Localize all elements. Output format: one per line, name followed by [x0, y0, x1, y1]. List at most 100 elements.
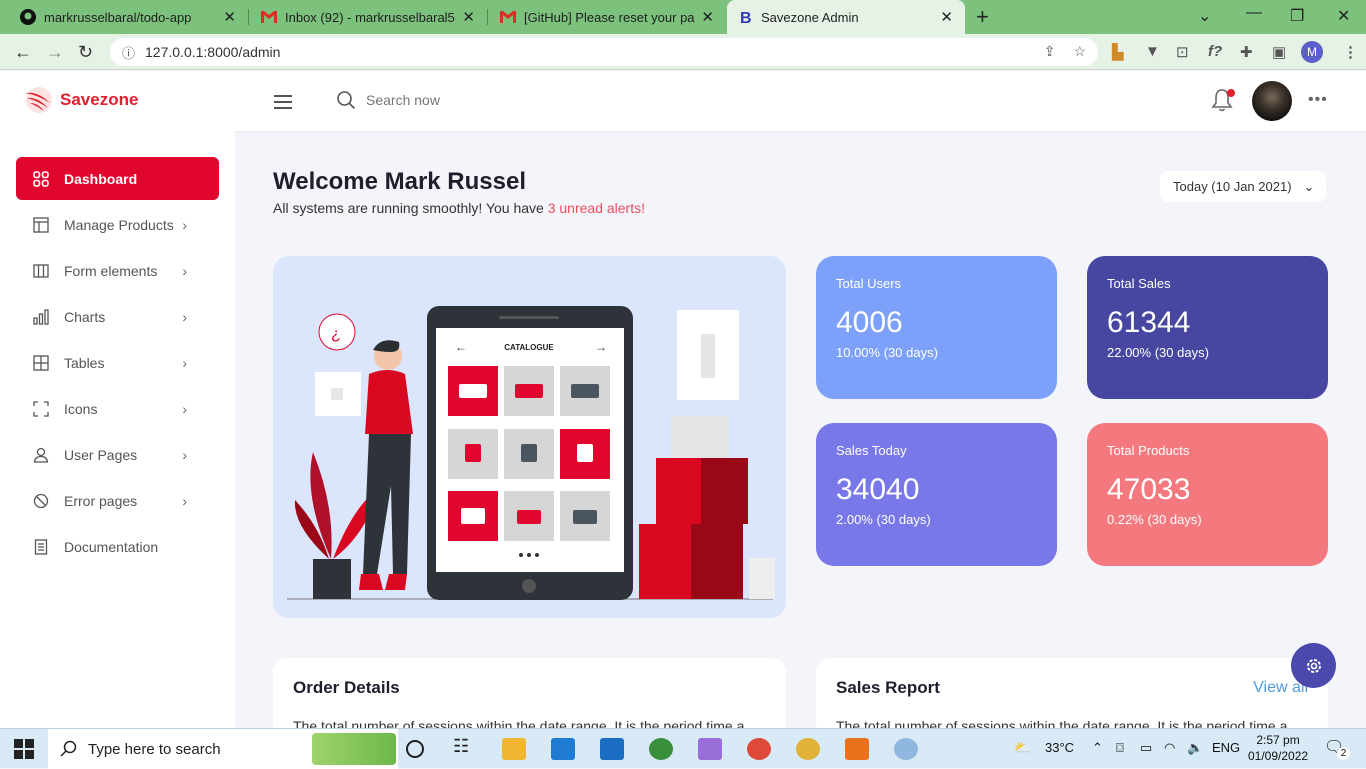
stat-value: 34040 [836, 473, 920, 506]
notification-count-badge: 2 [1337, 747, 1350, 760]
url-text: 127.0.0.1:8000/admin [145, 44, 281, 60]
tab-title: markrusselbaral/todo-app [44, 9, 192, 25]
search-input[interactable] [366, 92, 566, 108]
brand-name: Savezone [60, 90, 139, 109]
page-title: Welcome Mark Russel [273, 168, 526, 195]
date-range-label: Today (10 Jan 2021) [1173, 179, 1292, 194]
app-icon[interactable] [698, 738, 722, 760]
close-tab-icon[interactable]: ✕ [940, 8, 953, 26]
sublime-text-icon[interactable] [845, 738, 869, 760]
mail-icon[interactable] [600, 738, 624, 760]
menu-kebab-icon[interactable]: ⋮ [1343, 43, 1358, 61]
stat-change: 0.22% (30 days) [1107, 512, 1202, 527]
stat-card-sales-today[interactable]: Sales Today 34040 2.00% (30 days) [816, 423, 1057, 566]
browser-tab-github[interactable]: markrusselbaral/todo-app ✕ [8, 0, 248, 34]
share-icon[interactable]: ⇪ [1044, 43, 1056, 60]
close-tab-icon[interactable]: ✕ [701, 8, 714, 26]
extension-icon[interactable]: ⊡ [1176, 43, 1189, 61]
catalogue-label: CATALOGUE [504, 343, 554, 352]
site-info-icon[interactable]: ⓘ [122, 43, 135, 62]
layout-icon [32, 216, 50, 234]
sidebar-item-label: Manage Products [64, 216, 174, 233]
subtitle-text: All systems are running smoothly! You ha… [273, 200, 548, 216]
browser-tab-gmail-github[interactable]: [GitHub] Please reset your passw ✕ [488, 0, 726, 34]
sidebar-toggle-button[interactable] [274, 95, 292, 109]
catalogue-shopping-illustration: ← → CATALOGUE ¿ [287, 306, 775, 600]
sidebar-item-error-pages[interactable]: Error pages › [16, 479, 219, 522]
task-view-icon[interactable] [406, 740, 424, 758]
sales-report-card: Sales Report View all The total number o… [816, 658, 1328, 738]
sidebar-item-tables[interactable]: Tables › [16, 341, 219, 384]
windows-start-icon[interactable] [14, 739, 34, 759]
sidebar-item-manage-products[interactable]: Manage Products › [16, 203, 219, 246]
paint-icon[interactable] [894, 738, 918, 760]
more-options-icon[interactable]: ••• [1308, 91, 1328, 109]
language-indicator[interactable]: ENG [1212, 740, 1240, 755]
widgets-icon[interactable]: ☷ [453, 736, 477, 758]
date-range-dropdown[interactable]: Today (10 Jan 2021) ⌄ [1160, 171, 1326, 202]
profile-avatar[interactable]: M [1301, 41, 1323, 63]
browser-tab-gmail-inbox[interactable]: Inbox (92) - markrusselbaral5@g ✕ [249, 0, 487, 34]
app-icon[interactable] [649, 738, 673, 760]
sidebar-item-icons[interactable]: Icons › [16, 387, 219, 430]
stat-card-total-users[interactable]: Total Users 4006 10.00% (30 days) [816, 256, 1057, 399]
puzzle-icon[interactable]: ✚ [1240, 43, 1253, 61]
file-explorer-icon[interactable] [502, 738, 526, 760]
notification-dot [1227, 89, 1235, 97]
sidebar-item-dashboard[interactable]: Dashboard [16, 157, 219, 200]
user-avatar[interactable] [1252, 81, 1292, 121]
taskbar-search-box[interactable]: Type here to search [48, 729, 398, 769]
gear-icon [1306, 658, 1321, 673]
bookmark-star-icon[interactable]: ☆ [1073, 43, 1086, 60]
github-icon [20, 9, 36, 25]
stat-change: 10.00% (30 days) [836, 345, 938, 360]
address-field[interactable]: ⓘ 127.0.0.1:8000/admin ⇪ ☆ [110, 38, 1098, 66]
browser-tab-savezone[interactable]: B Savezone Admin ✕ [727, 0, 965, 34]
sidebar-item-documentation[interactable]: Documentation [16, 525, 219, 568]
notifications-button[interactable] [1210, 87, 1235, 113]
extension-icon[interactable]: ▙ [1112, 43, 1124, 61]
sidebar-item-user-pages[interactable]: User Pages › [16, 433, 219, 476]
clock-date: 01/09/2022 [1248, 749, 1309, 763]
tab-search-icon[interactable]: ⌄ [1198, 6, 1211, 26]
forward-button[interactable]: → [46, 42, 64, 63]
sidebar-item-form-elements[interactable]: Form elements › [16, 249, 219, 292]
table-icon [32, 354, 50, 372]
minimize-button[interactable]: — [1246, 4, 1262, 22]
brand-logo[interactable]: Savezone [22, 85, 138, 115]
system-clock[interactable]: 2:57 pm 01/09/2022 [1248, 732, 1308, 764]
show-hidden-icons[interactable]: ⌃ [1092, 740, 1103, 756]
reload-button[interactable]: ↻ [78, 42, 93, 63]
close-tab-icon[interactable]: ✕ [462, 8, 475, 26]
restore-button[interactable]: ❐ [1290, 6, 1304, 26]
svg-text:B: B [740, 10, 752, 25]
search-icon [60, 740, 77, 757]
search-icon [337, 91, 356, 110]
stat-card-total-products[interactable]: Total Products 47033 0.22% (30 days) [1087, 423, 1328, 566]
unread-alerts-link[interactable]: 3 unread alerts! [548, 200, 645, 216]
microsoft-store-icon[interactable] [551, 738, 575, 760]
sidebar-item-charts[interactable]: Charts › [16, 295, 219, 338]
windows-taskbar: Type here to search ☷ ⛅ 33°C ⌃ ⌼ ▭ ◠ 🔈 E… [0, 728, 1366, 769]
back-button[interactable]: ← [14, 42, 32, 63]
chrome-icon[interactable] [796, 738, 820, 760]
stat-card-total-sales[interactable]: Total Sales 61344 22.00% (30 days) [1087, 256, 1328, 399]
tab-title: Savezone Admin [761, 9, 859, 25]
extension-icon[interactable]: ▼ [1145, 43, 1160, 60]
volume-icon[interactable]: 🔈 [1187, 740, 1203, 756]
close-window-button[interactable]: ✕ [1337, 6, 1350, 26]
chevron-right-icon: › [182, 400, 187, 417]
chevron-right-icon: › [182, 446, 187, 463]
chrome-icon[interactable] [747, 738, 771, 760]
battery-icon[interactable]: ▭ [1140, 740, 1152, 756]
new-tab-button[interactable]: + [976, 4, 989, 30]
close-tab-icon[interactable]: ✕ [223, 8, 236, 26]
svg-text:←: ← [455, 340, 467, 354]
theme-settings-button[interactable] [1291, 643, 1336, 688]
extension-icon[interactable]: f? [1208, 43, 1222, 60]
wifi-icon[interactable]: ◠ [1164, 740, 1175, 756]
temperature-text[interactable]: 33°C [1045, 740, 1074, 755]
tray-app-icon[interactable]: ⌼ [1116, 740, 1124, 756]
sidebar-panel-icon[interactable]: ▣ [1272, 43, 1286, 61]
weather-icon[interactable]: ⛅ [1014, 740, 1030, 756]
